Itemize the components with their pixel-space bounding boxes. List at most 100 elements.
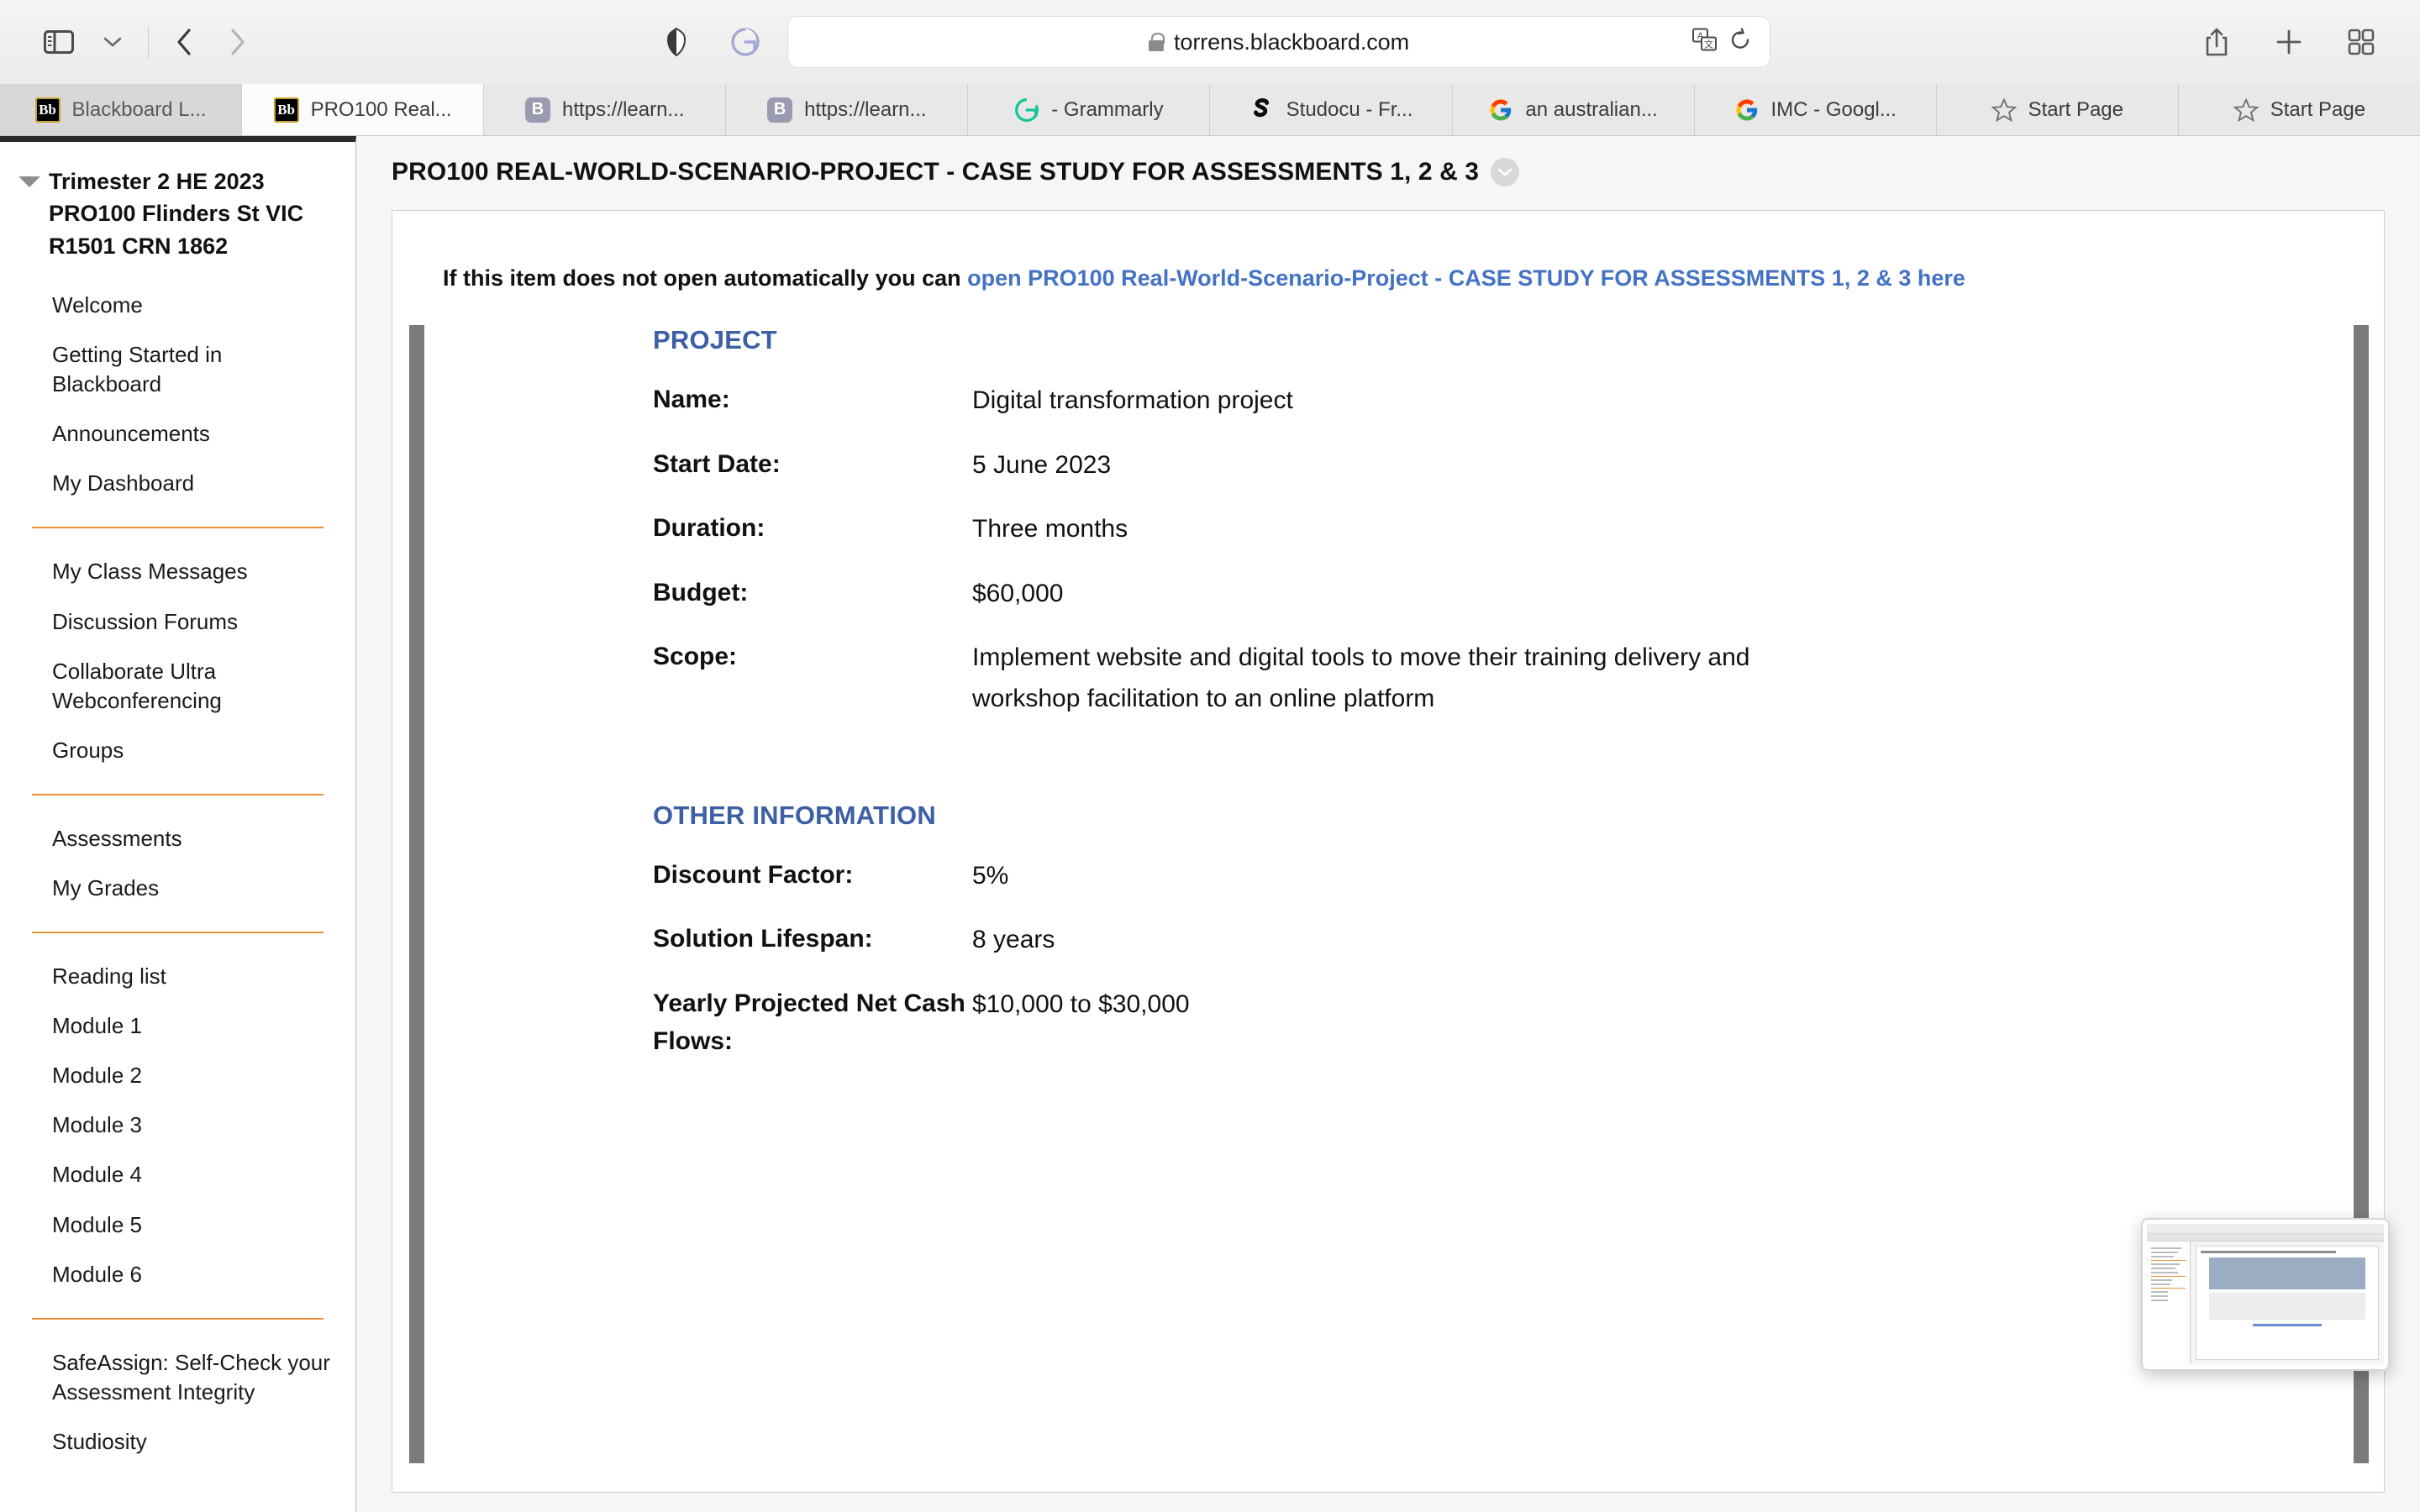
back-arrow-icon[interactable] (157, 15, 211, 69)
sidebar-group-2: My Class Messages Discussion Forums Coll… (0, 547, 355, 774)
sidebar-item-getting-started[interactable]: Getting Started in Blackboard (52, 330, 330, 409)
google-icon (1488, 97, 1513, 123)
generic-b-icon: B (767, 97, 793, 123)
embedded-document-frame: PROJECT Name: Digital transformation pro… (392, 325, 2384, 1464)
document-row: Budget: $60,000 (653, 574, 2308, 615)
content-card: If this item does not open automatically… (392, 210, 2385, 1493)
privacy-shield-icon[interactable] (650, 15, 703, 69)
sidebar-item-studiosity[interactable]: Studiosity (52, 1417, 330, 1467)
sidebar-group-4: Reading list Module 1 Module 2 Module 3 … (0, 952, 355, 1299)
browser-tab[interactable]: Studocu - Fr... (1210, 84, 1453, 135)
sidebar-item-module-2[interactable]: Module 2 (52, 1051, 330, 1100)
sidebar-item-announcements[interactable]: Announcements (52, 409, 330, 459)
browser-tab[interactable]: Bb Blackboard L... (0, 84, 243, 135)
chevron-down-icon[interactable] (86, 15, 139, 69)
browser-tab[interactable]: B https://learn... (484, 84, 727, 135)
sidebar-group-5: SafeAssign: Self-Check your Assessment I… (0, 1338, 355, 1467)
field-label-solution-lifespan: Solution Lifespan: (653, 925, 873, 953)
document-row: Solution Lifespan: 8 years (653, 920, 2308, 961)
field-label-yearly-cash-flows: Yearly Projected Net Cash Flows: (653, 989, 965, 1055)
notice-text: If this item does not open automatically… (443, 265, 968, 291)
field-label-name: Name: (653, 386, 730, 414)
sidebar-item-module-1[interactable]: Module 1 (52, 1001, 330, 1051)
forward-arrow-icon[interactable] (211, 15, 265, 69)
sidebar-toggle-icon[interactable] (32, 15, 86, 69)
field-label-budget: Budget: (653, 578, 749, 606)
section-title-project: PROJECT (653, 325, 777, 355)
sidebar-item-my-dashboard[interactable]: My Dashboard (52, 459, 330, 508)
field-value-start-date: 5 June 2023 (972, 450, 1112, 479)
grammarly-icon (1014, 97, 1039, 123)
sidebar-item-module-5[interactable]: Module 5 (52, 1200, 330, 1250)
document-row: Duration: Three months (653, 509, 2308, 550)
svg-text:文: 文 (1704, 39, 1713, 50)
main-content: PRO100 REAL-WORLD-SCENARIO-PROJECT - CAS… (356, 136, 2420, 1512)
sidebar-item-module-6[interactable]: Module 6 (52, 1250, 330, 1299)
sidebar-item-module-3[interactable]: Module 3 (52, 1100, 330, 1150)
tab-overview-icon[interactable] (2334, 15, 2388, 69)
lock-icon (1149, 33, 1165, 51)
url-text: torrens.blackboard.com (1174, 29, 1409, 55)
sidebar-item-discussion-forums[interactable]: Discussion Forums (52, 597, 330, 647)
url-bar[interactable]: torrens.blackboard.com A文 (787, 16, 1770, 68)
sidebar-item-collaborate-ultra[interactable]: Collaborate Ultra Webconferencing (52, 647, 330, 726)
screenshot-thumbnail[interactable] (2141, 1218, 2390, 1371)
grammarly-extension-icon[interactable] (718, 15, 772, 69)
tab-label: https://learn... (804, 97, 927, 121)
translate-icon[interactable]: A文 (1692, 28, 1718, 56)
tab-label: an australian... (1525, 97, 1658, 121)
browser-tab[interactable]: Start Page (1936, 84, 2179, 135)
field-label-duration: Duration: (653, 514, 765, 543)
field-value-solution-lifespan: 8 years (972, 926, 1055, 954)
document-row: Name: Digital transformation project (653, 381, 2308, 422)
thumb-sidebar (2147, 1242, 2191, 1364)
caret-down-icon[interactable] (18, 176, 40, 187)
sidebar-item-groups[interactable]: Groups (52, 726, 330, 775)
document-scrollbar-left[interactable] (409, 325, 424, 1464)
sidebar-item-welcome[interactable]: Welcome (52, 281, 330, 330)
sidebar-item-safeassign[interactable]: SafeAssign: Self-Check your Assessment I… (52, 1338, 330, 1417)
thumb-transcript (2209, 1293, 2365, 1320)
thumb-title (2201, 1251, 2336, 1253)
screenshot-thumbnail-image (2147, 1224, 2384, 1365)
tab-label: Blackboard L... (71, 97, 207, 121)
url-display: torrens.blackboard.com (1149, 29, 1409, 55)
thumb-link (2252, 1324, 2323, 1326)
open-item-link[interactable]: open PRO100 Real-World-Scenario-Project … (967, 265, 1965, 291)
plus-icon[interactable] (2262, 15, 2316, 69)
toolbar-divider (148, 26, 149, 58)
toolbar-right-controls (2190, 15, 2388, 69)
sidebar-group-1: Welcome Getting Started in Blackboard An… (0, 281, 355, 508)
course-title: Trimester 2 HE 2023 PRO100 Flinders St V… (49, 169, 304, 259)
tab-label: https://learn... (562, 97, 685, 121)
tab-label: - Grammarly (1051, 97, 1164, 121)
sidebar-item-assessments[interactable]: Assessments (52, 814, 330, 864)
sidebar-divider (32, 527, 324, 529)
toolbar-left-controls (32, 15, 265, 69)
browser-tab[interactable]: - Grammarly (968, 84, 1211, 135)
share-icon[interactable] (2190, 15, 2244, 69)
document-row: Start Date: 5 June 2023 (653, 445, 2308, 486)
studocu-icon (1249, 97, 1275, 123)
browser-tab[interactable]: an australian... (1452, 84, 1695, 135)
sidebar-item-reading-list[interactable]: Reading list (52, 952, 330, 1001)
thumb-tab-bar (2147, 1234, 2384, 1242)
toolbar-center: torrens.blackboard.com A文 (650, 15, 1770, 69)
sidebar-item-my-grades[interactable]: My Grades (52, 864, 330, 913)
browser-tab[interactable]: Start Page (2178, 84, 2420, 135)
chevron-down-circle-icon[interactable] (1491, 158, 1520, 186)
reload-icon[interactable] (1729, 28, 1751, 56)
browser-tab[interactable]: IMC - Googl... (1694, 84, 1937, 135)
sidebar-item-my-class-messages[interactable]: My Class Messages (52, 547, 330, 596)
field-value-discount-factor: 5% (972, 861, 1009, 890)
field-value-budget: $60,000 (972, 579, 1064, 607)
course-title-block[interactable]: Trimester 2 HE 2023 PRO100 Flinders St V… (0, 142, 355, 262)
section-title-other-information: OTHER INFORMATION (653, 800, 936, 830)
sidebar-group-3: Assessments My Grades (0, 814, 355, 913)
browser-tab[interactable]: B https://learn... (726, 84, 969, 135)
sidebar-item-module-4[interactable]: Module 4 (52, 1150, 330, 1200)
sidebar-divider (32, 793, 324, 795)
tab-label: Studocu - Fr... (1286, 97, 1413, 121)
browser-tab[interactable]: Bb PRO100 Real... (242, 84, 485, 135)
